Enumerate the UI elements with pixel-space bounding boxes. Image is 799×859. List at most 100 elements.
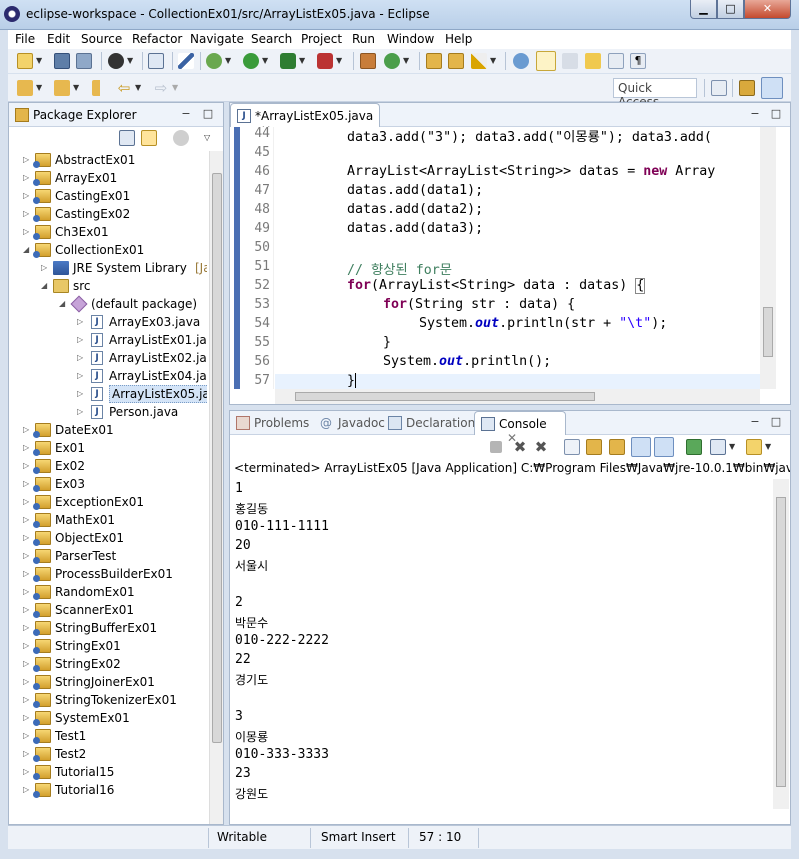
minimize-console-icon[interactable]: − xyxy=(749,416,761,428)
open-console-icon[interactable] xyxy=(746,439,762,455)
collapse-all-icon[interactable] xyxy=(119,130,135,146)
console-output[interactable]: 1 홍길동 010-111-1111 20 서울시 2 박문수 010-222-… xyxy=(230,479,772,809)
java-ee-perspective-icon[interactable] xyxy=(739,80,755,96)
new-class-icon[interactable] xyxy=(384,53,400,69)
coverage-dropdown-icon[interactable]: ▼ xyxy=(299,53,307,69)
terminal-icon[interactable] xyxy=(148,53,164,69)
menu-source[interactable]: Source xyxy=(81,32,122,46)
save-icon[interactable] xyxy=(54,53,70,69)
toggle-highlight-icon[interactable] xyxy=(536,51,556,71)
collapsed-arrow-icon[interactable]: ▷ xyxy=(77,385,89,403)
menu-file[interactable]: File xyxy=(15,32,35,46)
next-annotation-icon[interactable] xyxy=(17,80,33,96)
expanded-arrow-icon[interactable]: ◢ xyxy=(59,295,71,313)
minimize-button[interactable]: ▁ xyxy=(690,0,717,19)
next-annotation-dropdown-icon[interactable]: ▼ xyxy=(36,80,44,96)
console-line: 3 xyxy=(235,709,243,724)
menu-navigate[interactable]: Navigate xyxy=(190,32,244,46)
coverage-icon[interactable] xyxy=(280,53,296,69)
code-editor[interactable]: 44 45 46 47 48 49 50 51 52 53 54 55 56 5… xyxy=(230,127,760,389)
console-scrollbar[interactable] xyxy=(773,479,789,809)
toggle-whitespace-icon[interactable] xyxy=(562,53,578,69)
previous-annotation-dropdown-icon[interactable]: ▼ xyxy=(73,80,81,96)
link-with-editor-icon[interactable] xyxy=(141,130,157,146)
external-tools-icon[interactable] xyxy=(317,53,333,69)
save-all-icon[interactable] xyxy=(76,53,92,69)
back-dropdown-icon[interactable]: ▼ xyxy=(135,80,143,96)
last-edit-location-icon[interactable] xyxy=(92,80,108,96)
search-icon[interactable] xyxy=(471,53,487,69)
new-icon[interactable] xyxy=(17,53,33,69)
open-task-icon[interactable] xyxy=(448,53,464,69)
tab-javadoc[interactable]: @ Javadoc xyxy=(314,411,385,435)
clear-console-icon[interactable] xyxy=(564,439,580,455)
tab-package-explorer[interactable]: Package Explorer xyxy=(9,103,159,127)
collapsed-arrow-icon[interactable]: ▷ xyxy=(77,349,89,367)
remove-launch-icon[interactable]: ✖ xyxy=(512,439,528,455)
scroll-lock-icon[interactable] xyxy=(586,439,602,455)
display-selected-console-icon[interactable] xyxy=(710,439,726,455)
java-project-icon xyxy=(33,423,51,438)
collapsed-arrow-icon[interactable]: ▷ xyxy=(77,367,89,385)
previous-annotation-icon[interactable] xyxy=(54,80,70,96)
collapsed-arrow-icon[interactable]: ▷ xyxy=(77,403,89,421)
editor-horizontal-scrollbar[interactable] xyxy=(275,389,760,404)
collapsed-arrow-icon[interactable]: ▷ xyxy=(77,313,89,331)
remove-all-terminated-icon[interactable]: ✖ xyxy=(533,439,549,455)
show-on-stderr-icon[interactable] xyxy=(654,437,674,457)
maximize-console-icon[interactable]: □ xyxy=(770,416,782,428)
package-explorer-scrollbar[interactable] xyxy=(209,151,223,824)
external-tools-dropdown-icon[interactable]: ▼ xyxy=(336,53,344,69)
skip-breakpoints-icon[interactable] xyxy=(178,53,194,69)
block-selection-icon[interactable] xyxy=(585,53,601,69)
pin-console-icon[interactable] xyxy=(686,439,702,455)
maximize-view-icon[interactable]: □ xyxy=(202,108,214,120)
user-dropdown-icon[interactable]: ▼ xyxy=(127,53,135,69)
focus-task-icon[interactable] xyxy=(173,130,189,146)
new-java-project-icon[interactable] xyxy=(360,53,376,69)
debug-icon[interactable] xyxy=(206,53,222,69)
user-icon[interactable] xyxy=(108,53,124,69)
debug-dropdown-icon[interactable]: ▼ xyxy=(225,53,233,69)
close-button[interactable]: ✕ xyxy=(744,0,791,19)
open-console-dropdown-icon[interactable]: ▼ xyxy=(765,439,773,455)
quick-access-input[interactable]: Quick Access xyxy=(613,78,697,109)
new-dropdown-icon[interactable]: ▼ xyxy=(36,53,44,69)
run-icon[interactable] xyxy=(243,53,259,69)
word-wrap-icon[interactable] xyxy=(608,53,624,69)
console-line: 010-333-3333 xyxy=(235,747,329,762)
tab-declaration[interactable]: Declaration xyxy=(382,411,475,435)
menu-refactor[interactable]: Refactor xyxy=(132,32,182,46)
minimize-view-icon[interactable]: − xyxy=(180,108,192,120)
menu-search[interactable]: Search xyxy=(251,32,292,46)
back-icon[interactable]: ⇦ xyxy=(116,80,132,96)
open-type-icon[interactable] xyxy=(426,53,442,69)
toggle-mark-occurrences-icon[interactable] xyxy=(513,53,529,69)
menu-window[interactable]: Window xyxy=(387,32,434,46)
minimize-editor-icon[interactable]: − xyxy=(749,108,761,120)
tab-console[interactable]: Console ✕ xyxy=(474,411,566,445)
tab-editor-file[interactable]: J *ArrayListEx05.java ✕ xyxy=(230,103,380,137)
maximize-editor-icon[interactable]: □ xyxy=(770,108,782,120)
run-dropdown-icon[interactable]: ▼ xyxy=(262,53,270,69)
tab-problems[interactable]: Problems xyxy=(230,411,314,435)
new-class-dropdown-icon[interactable]: ▼ xyxy=(403,53,411,69)
menu-run[interactable]: Run xyxy=(352,32,375,46)
word-wrap-console-icon[interactable] xyxy=(609,439,625,455)
expanded-arrow-icon[interactable]: ◢ xyxy=(41,277,53,295)
maximize-button[interactable]: □ xyxy=(717,0,744,19)
java-perspective-icon[interactable] xyxy=(761,77,783,99)
menu-help[interactable]: Help xyxy=(445,32,472,46)
collapsed-arrow-icon[interactable]: ▷ xyxy=(41,259,53,277)
editor-vertical-scrollbar[interactable] xyxy=(760,127,776,389)
search-dropdown-icon[interactable]: ▼ xyxy=(490,53,498,69)
collapsed-arrow-icon[interactable]: ▷ xyxy=(77,331,89,349)
tab-javadoc-label: Javadoc xyxy=(338,416,385,430)
view-menu-icon[interactable]: ▽ xyxy=(204,130,212,146)
show-whitespace-icon[interactable]: ¶ xyxy=(630,53,646,69)
open-perspective-icon[interactable] xyxy=(711,80,727,96)
menu-project[interactable]: Project xyxy=(301,32,342,46)
menu-edit[interactable]: Edit xyxy=(47,32,70,46)
display-console-dropdown-icon[interactable]: ▼ xyxy=(729,439,737,455)
show-on-stdout-icon[interactable] xyxy=(631,437,651,457)
